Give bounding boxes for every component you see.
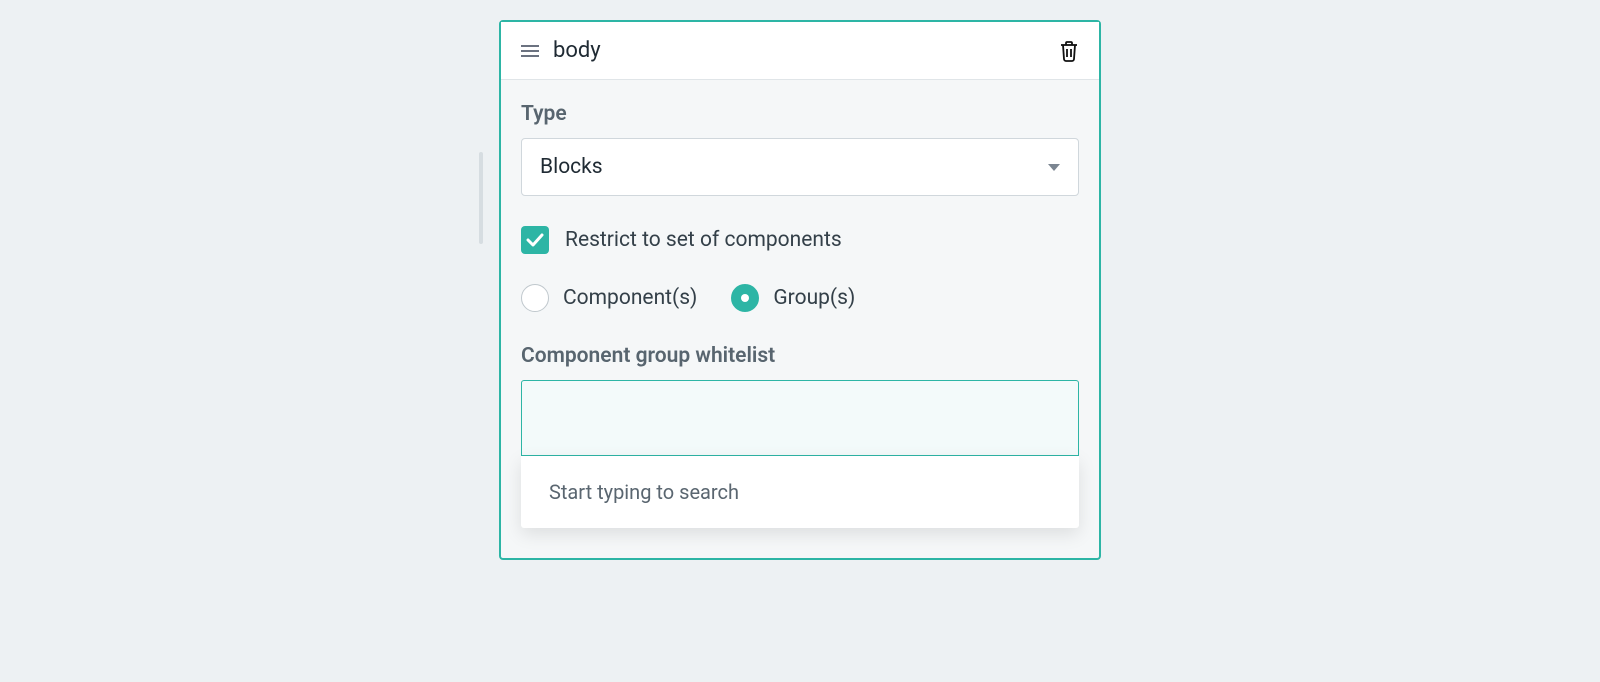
panel-body: Type Blocks Restrict to set of component… [501, 80, 1099, 558]
drag-handle-icon[interactable] [521, 44, 539, 58]
delete-button[interactable] [1059, 40, 1079, 62]
restrict-mode-radio-group: Component(s) Group(s) [521, 284, 1079, 312]
field-config-panel: body Type Blocks Restric [499, 20, 1101, 560]
restrict-checkbox-label: Restrict to set of components [565, 228, 842, 252]
radio-groups-label: Group(s) [773, 286, 855, 310]
radio-groups-input[interactable] [731, 284, 759, 312]
panel-header: body [501, 22, 1099, 80]
restrict-checkbox[interactable] [521, 226, 549, 254]
restrict-checkbox-row[interactable]: Restrict to set of components [521, 226, 1079, 254]
whitelist-dropdown-placeholder: Start typing to search [549, 480, 739, 504]
whitelist-dropdown[interactable]: Start typing to search [521, 456, 1079, 528]
radio-groups[interactable]: Group(s) [731, 284, 855, 312]
whitelist-label: Component group whitelist [521, 344, 1079, 368]
whitelist-input[interactable] [521, 380, 1079, 456]
type-select[interactable]: Blocks [521, 138, 1079, 196]
chevron-down-icon [1048, 164, 1060, 171]
type-label: Type [521, 102, 1079, 126]
type-select-value: Blocks [540, 155, 603, 179]
radio-components-label: Component(s) [563, 286, 697, 310]
radio-components[interactable]: Component(s) [521, 284, 697, 312]
radio-components-input[interactable] [521, 284, 549, 312]
drag-indicator[interactable] [479, 152, 483, 244]
field-title: body [553, 38, 1045, 63]
